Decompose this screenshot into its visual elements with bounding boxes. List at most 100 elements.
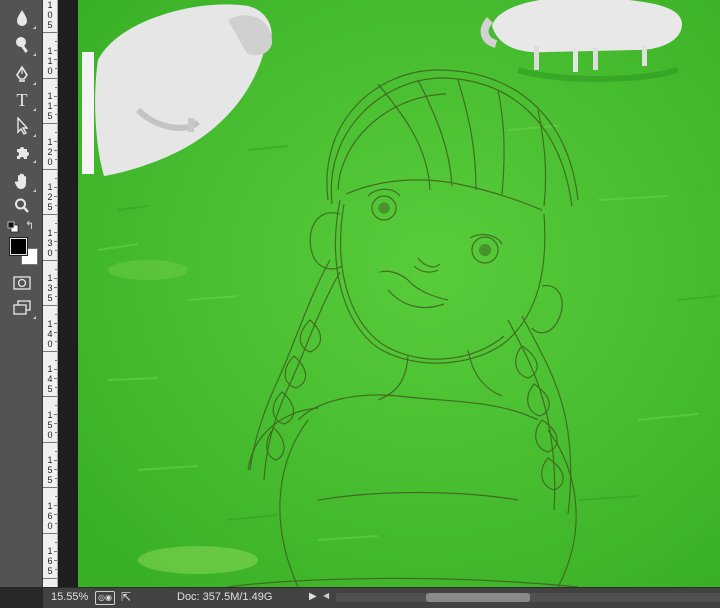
status-menu-arrow-icon[interactable]: ▶ (309, 591, 317, 602)
ruler-tick (43, 77, 57, 79)
ruler-minor-tick (55, 113, 57, 115)
ruler-minor-tick (54, 241, 57, 243)
ruler-minor-tick (54, 95, 57, 97)
ruler-minor-tick (54, 323, 57, 325)
ruler-label: 120 (47, 136, 53, 167)
ruler-minor-tick (54, 332, 57, 334)
artwork (78, 0, 720, 587)
ruler-minor-tick (54, 50, 57, 52)
ruler-label: 105 (47, 0, 53, 30)
ruler-minor-tick (55, 86, 57, 88)
ruler-minor-tick (54, 368, 57, 370)
ruler-label: 135 (47, 273, 53, 303)
ruler-minor-tick (55, 177, 57, 179)
ruler-minor-tick (55, 295, 57, 297)
ruler-minor-tick (55, 250, 57, 252)
ruler-minor-tick (55, 341, 57, 343)
type-tool[interactable]: T (9, 88, 36, 112)
ruler-minor-tick (54, 59, 57, 61)
ruler-minor-tick (55, 314, 57, 316)
ruler-label: 140 (47, 318, 53, 349)
zoom-level-field[interactable]: 15.55% (51, 591, 88, 603)
ruler-minor-tick (55, 386, 57, 388)
ruler-tick (43, 168, 57, 170)
hand-tool[interactable] (9, 169, 36, 193)
timing-status-icon[interactable]: ◎◉ (95, 591, 115, 605)
horizontal-scroll-thumb[interactable] (426, 593, 530, 602)
ruler-label: 145 (47, 364, 53, 394)
ruler-tick (43, 259, 57, 261)
droplet-icon (17, 10, 27, 26)
scroll-left-arrow-icon[interactable]: ◀ (323, 591, 329, 600)
ruler-tick (43, 350, 57, 352)
ruler-minor-tick (55, 541, 57, 543)
screen-mode-icon (13, 300, 31, 315)
ruler-minor-tick (55, 477, 57, 479)
ruler-minor-tick (54, 505, 57, 507)
ruler-minor-tick (54, 423, 57, 425)
quick-mask-button[interactable] (9, 271, 35, 295)
ruler-minor-tick (55, 450, 57, 452)
ruler-minor-tick (55, 496, 57, 498)
ruler-minor-tick (54, 468, 57, 470)
ruler-label: 150 (47, 409, 53, 440)
ruler-minor-tick (54, 286, 57, 288)
tools-panel: T ↰ (0, 0, 43, 587)
foreground-color-swatch[interactable] (9, 237, 28, 256)
screen-mode-button[interactable] (9, 296, 36, 320)
ruler-tick (43, 532, 57, 534)
ruler-minor-tick (54, 104, 57, 106)
ruler-minor-tick (55, 204, 57, 206)
document-size-info: Doc: 357.5M/1.49G (177, 591, 273, 603)
quick-mask-icon (13, 276, 31, 290)
ruler-minor-tick (55, 68, 57, 70)
horizontal-scrollbar[interactable] (336, 593, 720, 602)
ruler-minor-tick (55, 568, 57, 570)
type-icon: T (16, 89, 28, 110)
ruler-minor-tick (54, 514, 57, 516)
hand-icon (14, 173, 26, 189)
dodge-icon (16, 37, 28, 53)
ruler-tick (43, 32, 57, 33)
canvas-gutter (58, 0, 78, 587)
ruler-minor-tick (54, 186, 57, 188)
ruler-minor-tick (54, 459, 57, 461)
custom-shape-tool[interactable] (9, 140, 36, 164)
vertical-ruler[interactable]: 105 110 115 120 125 130 135 140 145 150 155 160 165 (43, 0, 58, 587)
ruler-minor-tick (55, 159, 57, 161)
ruler-minor-tick (54, 277, 57, 279)
ruler-minor-tick (55, 359, 57, 361)
ruler-minor-tick (54, 550, 57, 552)
puzzle-shape-icon (17, 147, 29, 159)
ruler-tick (43, 214, 57, 215)
default-colors-icon[interactable] (7, 220, 19, 233)
path-selection-tool[interactable] (9, 114, 36, 138)
ruler-minor-tick (55, 523, 57, 525)
ruler-minor-tick (54, 150, 57, 152)
blur-tool[interactable] (9, 6, 36, 30)
cursor-arrow-icon (17, 117, 29, 135)
pen-tool[interactable] (9, 62, 36, 86)
ruler-label: 165 (47, 546, 53, 576)
ruler-label: 110 (47, 45, 53, 76)
ruler-minor-tick (55, 432, 57, 434)
ruler-label: 155 (47, 455, 53, 485)
share-icon[interactable]: ⇱ (121, 590, 135, 604)
ruler-tick (43, 123, 57, 124)
swap-colors-icon[interactable]: ↰ (25, 220, 37, 232)
status-bar: 15.55% ◎◉ ⇱ Doc: 357.5M/1.49G ▶ ◀ (43, 587, 720, 608)
ruler-label: 115 (47, 91, 53, 121)
ruler-minor-tick (55, 132, 57, 134)
ruler-label: 130 (47, 227, 53, 258)
document-canvas[interactable] (78, 0, 720, 587)
ruler-tick (43, 396, 57, 397)
ruler-minor-tick (54, 141, 57, 143)
ruler-minor-tick (54, 195, 57, 197)
ruler-minor-tick (55, 41, 57, 43)
zoom-tool[interactable] (9, 194, 35, 218)
dodge-tool[interactable] (9, 33, 36, 57)
ruler-tick (43, 305, 57, 306)
ruler-minor-tick (54, 414, 57, 416)
ruler-minor-tick (55, 405, 57, 407)
ruler-label: 160 (47, 500, 53, 531)
